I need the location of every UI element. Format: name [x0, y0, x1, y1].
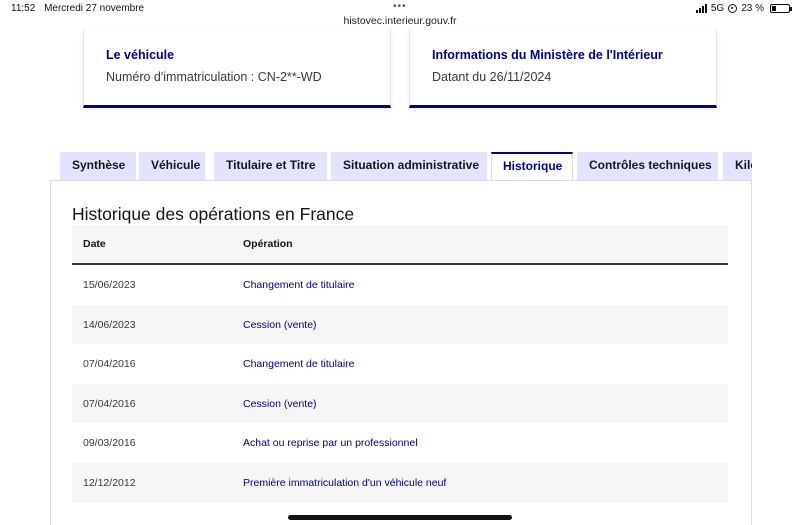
- tab-titulaire[interactable]: Titulaire et Titre: [214, 152, 327, 181]
- status-date: Mercredi 27 novembre: [44, 3, 145, 14]
- battery-label: 23 %: [741, 3, 764, 14]
- row-date: 14/06/2023: [83, 318, 136, 331]
- vehicle-card-title: Le véhicule: [106, 48, 175, 62]
- tab-situation-administrative[interactable]: Situation administrative: [331, 152, 487, 181]
- row-operation-link[interactable]: Changement de titulaire: [243, 279, 355, 291]
- row-date: 12/12/2012: [83, 476, 136, 489]
- vehicle-registration: Numéro d'immatriculation : CN-2**-WD: [106, 70, 322, 84]
- row-date: 07/04/2016: [83, 358, 136, 371]
- row-operation-link[interactable]: Cession (vente): [243, 398, 317, 410]
- row-date: 09/03/2016: [83, 437, 136, 450]
- home-indicator[interactable]: [288, 515, 512, 520]
- table-row: 12/12/2012 Première immatriculation d'un…: [72, 462, 728, 503]
- column-header-date: Date: [83, 238, 106, 250]
- row-operation-link[interactable]: Première immatriculation d'un véhicule n…: [243, 477, 446, 489]
- table-row: 07/04/2016 Cession (vente): [72, 383, 728, 424]
- tab-controles-techniques[interactable]: Contrôles techniques: [577, 152, 718, 181]
- row-operation-link[interactable]: Achat ou reprise par un professionnel: [243, 437, 418, 449]
- status-time-date: 11:52 Mercredi 27 novembre: [11, 3, 150, 14]
- operations-table: Date Opération 15/06/2023 Changement de …: [72, 225, 728, 503]
- orientation-lock-icon: [728, 4, 738, 13]
- section-title: Historique des opérations en France: [72, 204, 355, 224]
- status-bar: 11:52 Mercredi 27 novembre ••• histovec.…: [0, 0, 800, 30]
- column-header-operation: Opération: [243, 238, 293, 250]
- status-indicators: 5G 23 %: [695, 3, 792, 14]
- network-label: 5G: [710, 3, 725, 14]
- row-date: 15/06/2023: [83, 279, 136, 291]
- vehicle-card: Le véhicule Numéro d'immatriculation : C…: [83, 30, 391, 108]
- tab-kilometrage[interactable]: Kilométrage: [723, 152, 752, 181]
- ministry-card: Informations du Ministère de l'Intérieur…: [409, 30, 717, 108]
- battery-icon: [770, 4, 792, 13]
- address-bar[interactable]: histovec.interieur.gouv.fr: [0, 15, 800, 27]
- table-row: 15/06/2023 Changement de titulaire: [72, 265, 728, 305]
- tab-vehicule[interactable]: Véhicule: [139, 152, 205, 181]
- table-row: 07/04/2016 Changement de titulaire: [72, 344, 728, 384]
- table-header: Date Opération: [72, 225, 728, 265]
- row-operation-link[interactable]: Cession (vente): [243, 319, 317, 331]
- tab-historique[interactable]: Historique: [491, 152, 573, 181]
- multitasking-dots-icon[interactable]: •••: [393, 1, 407, 12]
- table-row: 09/03/2016 Achat ou reprise par un profe…: [72, 423, 728, 463]
- ministry-date: Datant du 26/11/2024: [432, 70, 552, 84]
- tab-synthese[interactable]: Synthèse: [60, 152, 136, 181]
- row-operation-link[interactable]: Changement de titulaire: [243, 358, 355, 370]
- signal-icon: [695, 4, 707, 13]
- ministry-card-title: Informations du Ministère de l'Intérieur: [432, 48, 663, 62]
- row-date: 07/04/2016: [83, 397, 136, 410]
- status-time: 11:52: [11, 3, 36, 14]
- table-row: 14/06/2023 Cession (vente): [72, 304, 728, 345]
- tab-bar: Synthèse Véhicule Titulaire et Titre Sit…: [60, 152, 752, 181]
